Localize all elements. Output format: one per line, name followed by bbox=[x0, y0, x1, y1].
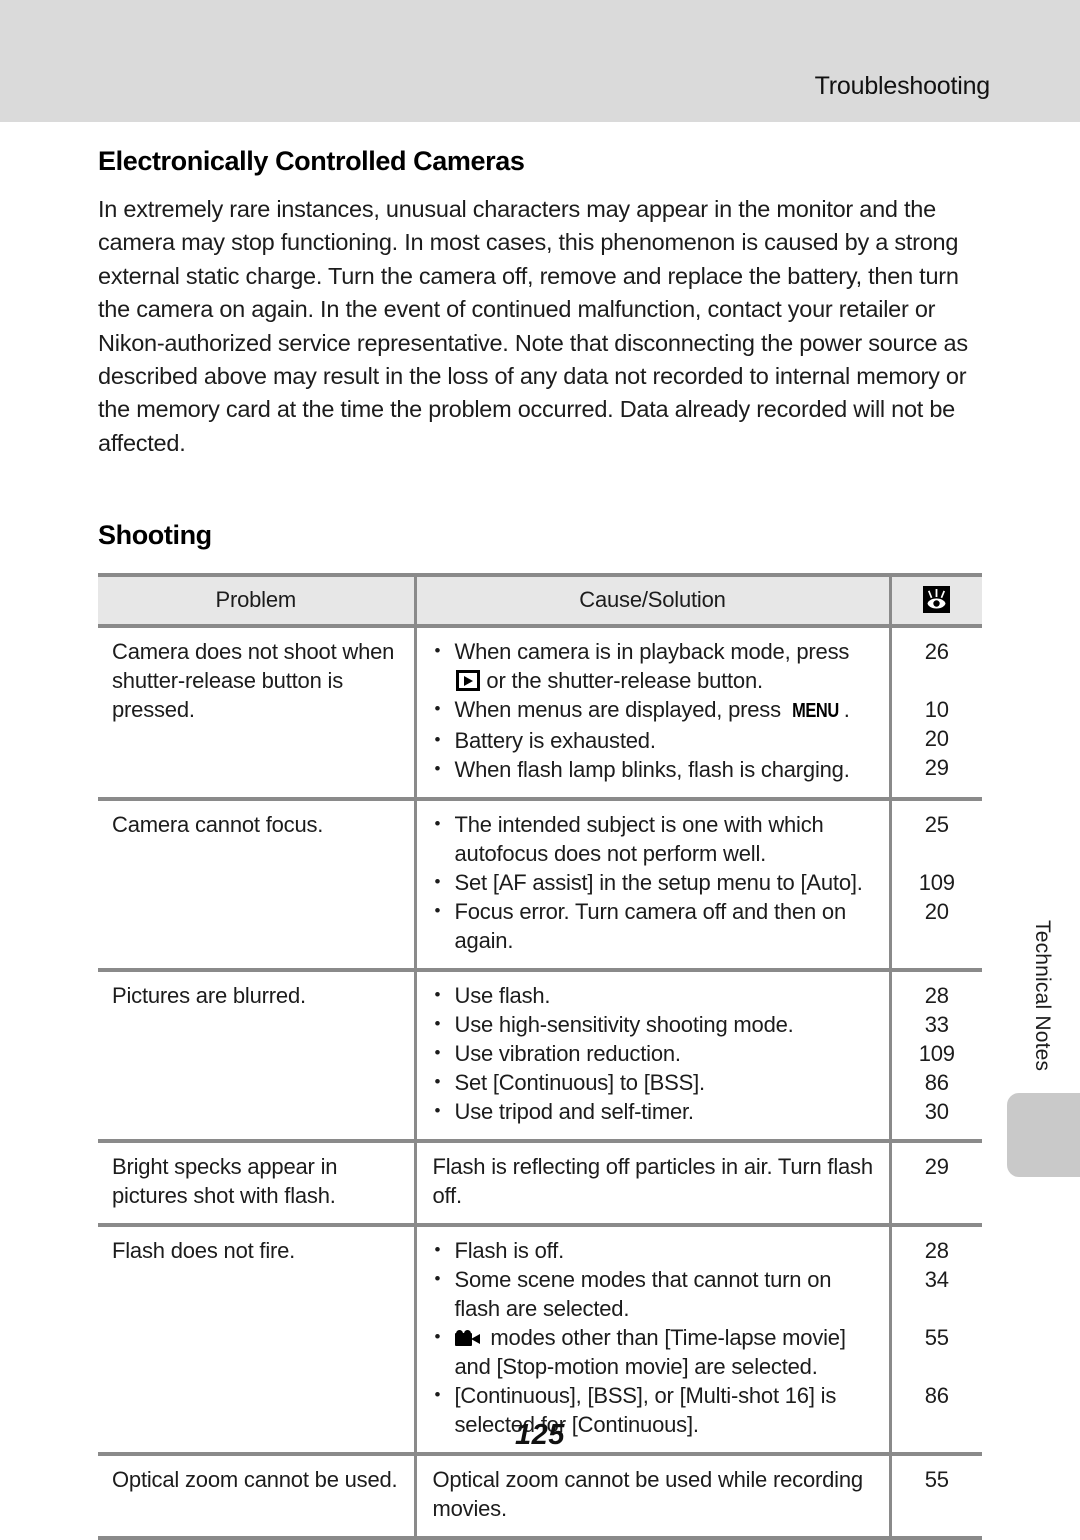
section-paragraph: In extremely rare instances, unusual cha… bbox=[98, 196, 968, 456]
column-header-cause-solution: Cause/Solution bbox=[413, 573, 890, 629]
menu-icon: MENU bbox=[791, 700, 839, 723]
cell-problem: Optical zoom cannot be used. bbox=[98, 1454, 415, 1540]
troubleshooting-table: Problem Cause/Solution Camera does not s… bbox=[98, 573, 982, 1540]
reference-page-stack: 28 33 109 86 30 bbox=[892, 981, 983, 1126]
reference-page-number: 25 bbox=[924, 812, 949, 838]
reference-page-number: 20 bbox=[924, 899, 949, 925]
table-body: Camera does not shoot when shutter-relea… bbox=[98, 626, 983, 1540]
cell-reference-pages: 25 109 20 bbox=[888, 799, 983, 973]
reference-page-number: 109 bbox=[918, 1041, 955, 1067]
cause-list-item: When menus are displayed, press MENU. bbox=[433, 694, 881, 726]
cause-list-item: Set [AF assist] in the setup menu to [Au… bbox=[433, 867, 881, 897]
reference-page-spacer bbox=[892, 1352, 983, 1381]
reference-page-number: 10 bbox=[924, 697, 949, 723]
column-header-reference bbox=[888, 573, 982, 629]
cell-reference-pages: 26 10 20 29 bbox=[888, 626, 983, 802]
cell-problem: Camera does not shoot when shutter-relea… bbox=[98, 626, 415, 802]
cause-list-item: When flash lamp blinks, flash is chargin… bbox=[433, 754, 881, 784]
cause-list: When camera is in playback mode, press o… bbox=[433, 636, 881, 784]
cause-list-item: Use high-sensitivity shooting mode. bbox=[433, 1009, 881, 1039]
table-row: Pictures are blurred.Use flash.Use high-… bbox=[98, 970, 983, 1144]
table-header-row: Problem Cause/Solution bbox=[98, 573, 982, 629]
column-header-problem: Problem bbox=[98, 573, 415, 629]
reference-page-number: 28 bbox=[924, 1238, 949, 1264]
movie-icon bbox=[454, 1330, 481, 1347]
side-tab-block bbox=[1007, 1093, 1080, 1177]
table-row: Camera cannot focus. The intended subject… bbox=[98, 799, 983, 973]
cause-list-item: Some scene modes that cannot turn on fla… bbox=[433, 1264, 881, 1323]
cause-list: Use flash.Use high-sensitivity shooting … bbox=[433, 980, 881, 1126]
cell-reference-pages: 55 bbox=[888, 1454, 983, 1540]
cell-cause-solution: Optical zoom cannot be used while record… bbox=[413, 1454, 890, 1540]
reference-page-number: 109 bbox=[918, 870, 955, 896]
cell-cause-solution: When camera is in playback mode, press o… bbox=[413, 626, 890, 802]
table-header: Problem Cause/Solution bbox=[98, 573, 982, 629]
reference-page-spacer bbox=[892, 926, 983, 955]
reference-page-stack: 55 bbox=[892, 1465, 983, 1523]
page-header-band: Troubleshooting bbox=[0, 0, 1080, 122]
section-heading-shooting: Shooting bbox=[98, 520, 212, 551]
cause-list-item: Set [Continuous] to [BSS]. bbox=[433, 1067, 881, 1097]
page-number: 125 bbox=[515, 1419, 565, 1451]
table-row: Camera does not shoot when shutter-relea… bbox=[98, 626, 983, 802]
cell-cause-solution: Use flash.Use high-sensitivity shooting … bbox=[413, 970, 890, 1144]
reference-page-stack: 25 109 20 bbox=[892, 810, 983, 955]
table-row: Optical zoom cannot be used. Optical zoom… bbox=[98, 1454, 983, 1540]
cause-list: Flash is off.Some scene modes that canno… bbox=[433, 1235, 881, 1439]
cause-list-item: Flash is off. bbox=[433, 1235, 881, 1265]
reference-page-number: 55 bbox=[924, 1467, 949, 1493]
page-body: Electronically Controlled Cameras In ext… bbox=[98, 122, 982, 1540]
cause-list-item: Battery is exhausted. bbox=[433, 725, 881, 755]
playback-icon bbox=[455, 670, 480, 692]
reference-page-spacer bbox=[892, 1181, 983, 1210]
cause-list: Flash is reflecting off particles in air… bbox=[433, 1152, 881, 1210]
reference-page-number: 33 bbox=[924, 1012, 949, 1038]
reference-page-spacer bbox=[892, 1294, 983, 1323]
cell-cause-solution: The intended subject is one with which a… bbox=[413, 799, 890, 973]
reference-page-number: 20 bbox=[924, 726, 949, 752]
reference-page-spacer bbox=[892, 666, 983, 695]
cause-list-item: Focus error. Turn camera off and then on… bbox=[433, 896, 881, 955]
reference-page-stack: 28 34 55 86 bbox=[892, 1236, 983, 1439]
reference-page-number: 86 bbox=[924, 1070, 949, 1096]
cause-list-item: The intended subject is one with which a… bbox=[433, 809, 881, 868]
reference-page-number: 26 bbox=[924, 639, 949, 665]
cause-list: Optical zoom cannot be used while record… bbox=[433, 1465, 881, 1523]
cause-list: The intended subject is one with which a… bbox=[433, 809, 881, 955]
reference-page-number: 34 bbox=[924, 1267, 949, 1293]
section-heading-electronically-controlled-cameras: Electronically Controlled Cameras bbox=[98, 146, 525, 176]
cause-list-item: Flash is reflecting off particles in air… bbox=[432, 1154, 874, 1209]
reference-page-number: 29 bbox=[924, 1154, 949, 1180]
cell-problem: Bright specks appear in pictures shot wi… bbox=[98, 1141, 415, 1228]
page-header-title: Troubleshooting bbox=[814, 72, 991, 100]
cause-list-item: Use vibration reduction. bbox=[433, 1038, 881, 1068]
cause-list-item: When camera is in playback mode, press o… bbox=[433, 636, 881, 695]
cause-list-item: modes other than [Time-lapse movie] and … bbox=[433, 1322, 881, 1381]
cause-list-item: Use flash. bbox=[433, 980, 881, 1010]
reference-page-number: 86 bbox=[924, 1383, 949, 1409]
reference-page-icon bbox=[923, 586, 951, 614]
reference-page-spacer bbox=[892, 839, 983, 868]
reference-page-number: 55 bbox=[924, 1325, 949, 1351]
cell-problem: Pictures are blurred. bbox=[98, 970, 415, 1144]
cell-reference-pages: 28 33 109 86 30 bbox=[888, 970, 983, 1144]
cell-reference-pages: 29 bbox=[888, 1141, 983, 1228]
reference-page-number: 29 bbox=[924, 755, 949, 781]
cell-cause-solution: Flash is reflecting off particles in air… bbox=[413, 1141, 890, 1228]
reference-page-number: 28 bbox=[924, 983, 949, 1009]
side-tab-label-technical-notes: Technical Notes bbox=[1031, 920, 1054, 1072]
reference-page-stack: 29 bbox=[892, 1152, 983, 1210]
cause-list-item: Optical zoom cannot be used while record… bbox=[432, 1467, 864, 1522]
reference-page-spacer bbox=[892, 1494, 983, 1523]
cause-list-item: Use tripod and self-timer. bbox=[433, 1096, 881, 1126]
table-row: Bright specks appear in pictures shot wi… bbox=[98, 1141, 983, 1228]
reference-page-stack: 26 10 20 29 bbox=[892, 637, 983, 782]
cell-problem: Camera cannot focus. bbox=[98, 799, 415, 973]
reference-page-number: 30 bbox=[924, 1099, 949, 1125]
